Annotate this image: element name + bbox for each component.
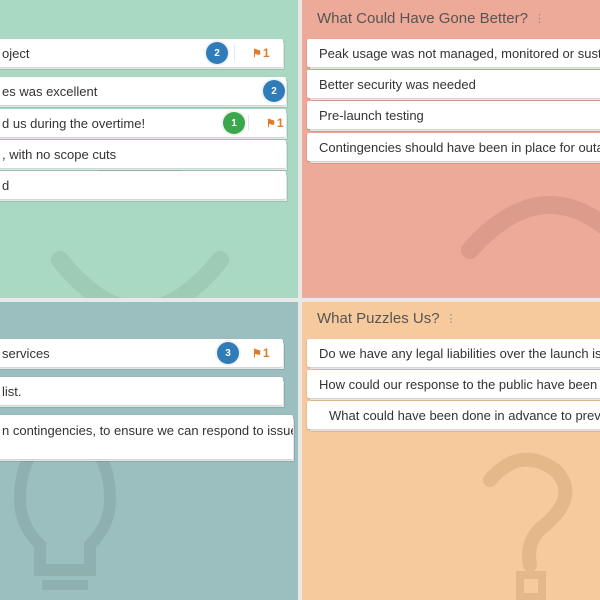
card-text: Pre-launch testing — [319, 107, 424, 123]
ideas-column: services 3 ⚑ 1 list. n contingencies, to … — [0, 300, 300, 600]
vertical-dots-icon[interactable]: ⋮ — [534, 12, 545, 25]
column-title-text: What Puzzles Us? — [317, 310, 440, 327]
card-text: n contingencies, to ensure we can respon… — [2, 423, 293, 438]
card-text: d us during the overtime! — [2, 115, 146, 131]
card-text: d — [2, 177, 10, 193]
column-title[interactable]: What Puzzles Us? ⋮ — [317, 310, 457, 327]
flag-count-value: 1 — [262, 346, 270, 360]
vote-badge[interactable]: 1 — [223, 112, 245, 134]
flag-count[interactable]: ⚑ 1 — [252, 46, 270, 60]
card-2[interactable]: es was excellent 2 — [0, 77, 286, 105]
horizontal-divider — [0, 298, 600, 302]
card-text: How could our response to the public hav… — [319, 376, 600, 392]
card-2[interactable]: list. — [0, 377, 283, 405]
card-text: services — [2, 345, 50, 361]
card-2[interactable]: Better security was needed — [307, 70, 600, 98]
card-1[interactable]: services 3 ⚑ 1 — [0, 339, 283, 367]
flag-count-value: 1 — [262, 46, 270, 60]
card-4[interactable]: Contingencies should have been in place … — [307, 133, 600, 161]
card-text: list. — [2, 383, 22, 399]
puzzles-column: What Puzzles Us? ⋮ Do we have any legal … — [300, 300, 600, 600]
card-text: Better security was needed — [319, 76, 476, 92]
card-4[interactable]: , with no scope cuts — [0, 140, 286, 168]
column-title-text: What Could Have Gone Better? — [317, 10, 528, 27]
card-5[interactable]: d — [0, 171, 286, 199]
card-text: es was excellent — [2, 83, 98, 99]
card-1[interactable]: Peak usage was not managed, monitored or… — [307, 39, 600, 67]
flag-icon: ⚑ — [252, 47, 262, 60]
question-watermark-icon — [483, 452, 573, 600]
flag-count[interactable]: ⚑ 1 — [266, 116, 284, 130]
card-text: Contingencies should have been in place … — [319, 139, 600, 155]
card-3[interactable]: What could have been done in advance to … — [307, 401, 600, 429]
card-text: What could have been done in advance to … — [329, 407, 600, 423]
card-text: , with no scope cuts — [2, 146, 117, 162]
card-3[interactable]: Pre-launch testing — [307, 101, 600, 129]
flag-icon: ⚑ — [252, 347, 262, 360]
card-3[interactable]: n contingencies, to ensure we can respon… — [0, 415, 293, 459]
went-well-column: oject 2 ⚑ 1 es was excellent 2 d us durin… — [0, 0, 300, 300]
vote-badge[interactable]: 2 — [263, 80, 285, 102]
card-separator — [248, 115, 249, 131]
vote-badge[interactable]: 3 — [217, 342, 239, 364]
frown-watermark-icon — [461, 196, 600, 259]
card-separator — [234, 45, 235, 61]
card-2[interactable]: How could our response to the public hav… — [307, 370, 600, 398]
column-title[interactable]: What Could Have Gone Better? ⋮ — [317, 10, 545, 27]
card-text: Peak usage was not managed, monitored or… — [319, 45, 600, 61]
card-3[interactable]: d us during the overtime! 1 ⚑ 1 — [0, 109, 286, 137]
vote-badge[interactable]: 2 — [206, 42, 228, 64]
card-1[interactable]: oject 2 ⚑ 1 — [0, 39, 283, 67]
card-text: oject — [2, 45, 30, 61]
card-1[interactable]: Do we have any legal liabilities over th… — [307, 339, 600, 367]
flag-count[interactable]: ⚑ 1 — [252, 346, 270, 360]
vertical-dots-icon[interactable]: ⋮ — [446, 312, 457, 325]
flag-count-value: 1 — [276, 116, 284, 130]
flag-icon: ⚑ — [266, 117, 276, 130]
gone-better-column: What Could Have Gone Better? ⋮ Peak usag… — [300, 0, 600, 300]
card-text: Do we have any legal liabilities over th… — [319, 345, 600, 361]
